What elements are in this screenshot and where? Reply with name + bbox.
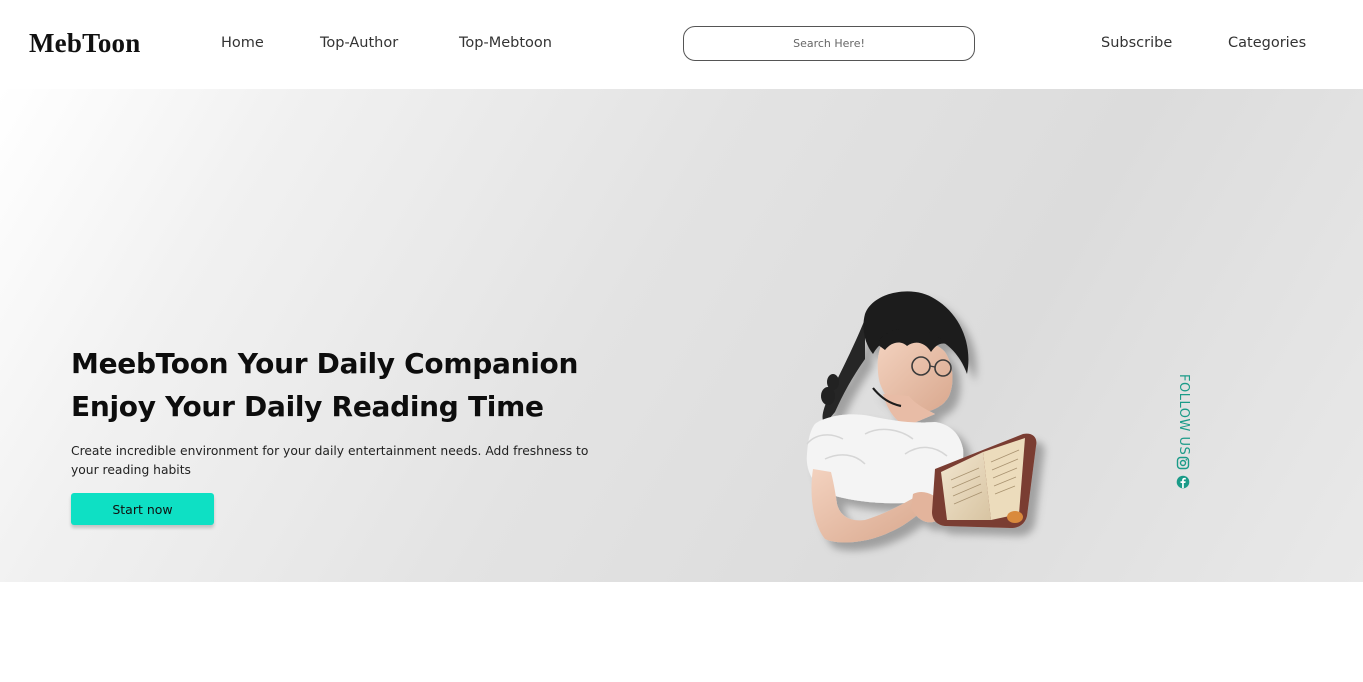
search-box <box>683 26 975 61</box>
hero-description: Create incredible environment for your d… <box>71 444 589 477</box>
girl-reading-illustration <box>806 291 1037 543</box>
facebook-icon[interactable] <box>1176 475 1190 489</box>
hero-title: MeebToon Your Daily Companion Enjoy Your… <box>71 342 578 428</box>
nav-top-author-link[interactable]: Top-Author <box>320 35 398 51</box>
hero-section: MeebToon Your Daily Companion Enjoy Your… <box>0 89 1363 582</box>
follow-us-label: FOLLOW US <box>1176 374 1191 456</box>
instagram-icon[interactable] <box>1176 456 1190 470</box>
site-header: MebToon Home Top-Author Top-Mebtoon Subs… <box>0 0 1363 89</box>
hero-title-line-2: Enjoy Your Daily Reading Time <box>71 390 544 423</box>
nav-subscribe-link[interactable]: Subscribe <box>1101 35 1172 51</box>
hero-title-line-1: MeebToon Your Daily Companion <box>71 347 579 380</box>
nav-categories-link[interactable]: Categories <box>1228 35 1306 51</box>
nav-top-mebtoon-link[interactable]: Top-Mebtoon <box>459 35 552 51</box>
nav-home-link[interactable]: Home <box>221 35 264 51</box>
start-now-button[interactable]: Start now <box>71 493 214 525</box>
site-logo[interactable]: MebToon <box>29 28 140 59</box>
search-input[interactable] <box>684 27 974 60</box>
follow-us: FOLLOW US <box>1175 374 1191 494</box>
